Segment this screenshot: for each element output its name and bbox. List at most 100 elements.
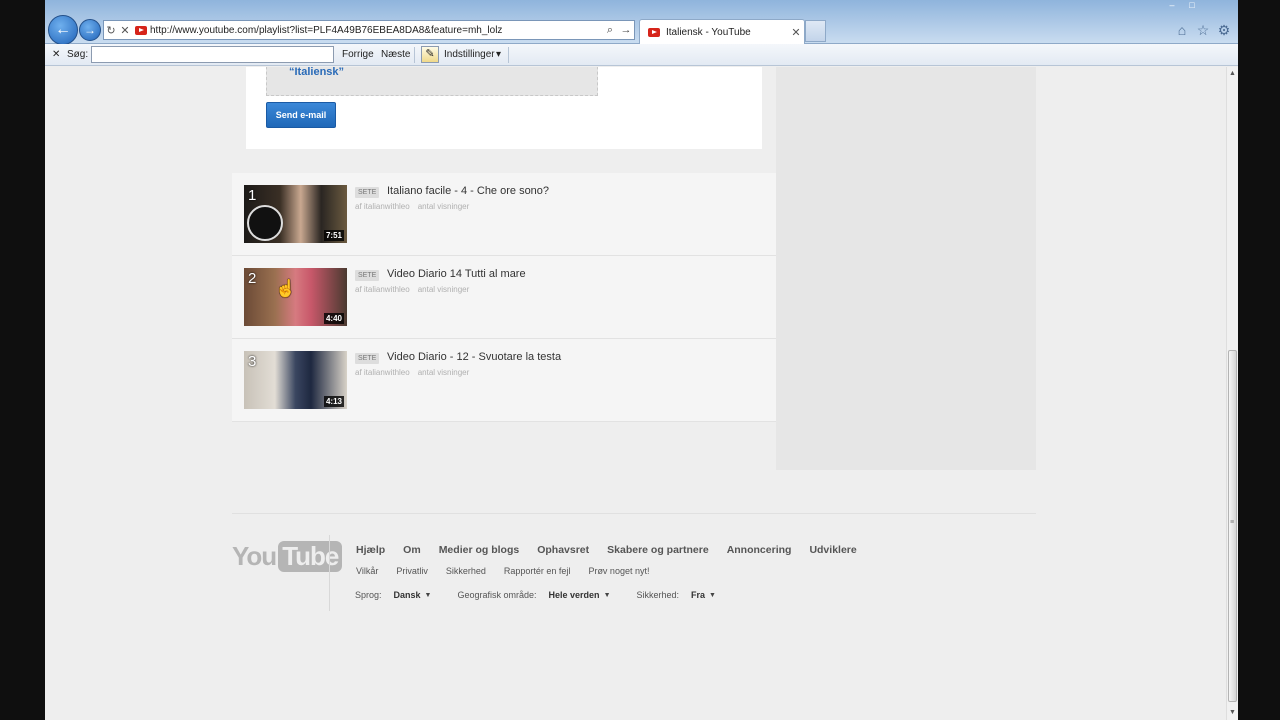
- video-meta: af italianwithleo antal visninger: [355, 285, 477, 294]
- playlist-video-list: 1 7:51 SETE Italiano facile - 4 - Che or…: [232, 173, 776, 422]
- footer-link-press[interactable]: Medier og blogs: [439, 544, 520, 556]
- safety-label: Sikkerhed:: [636, 590, 680, 600]
- scrollbar-thumb[interactable]: ≡: [1228, 350, 1237, 702]
- footer-preferences: Sprog: Dansk ▼ Geografisk område: Hele v…: [355, 590, 742, 600]
- hand-cursor-icon: ☝: [275, 279, 297, 298]
- video-index: 2: [248, 270, 257, 287]
- url-text[interactable]: http://www.youtube.com/playlist?list=PLF…: [150, 25, 602, 36]
- video-author[interactable]: af italianwithleo: [355, 285, 410, 294]
- back-button[interactable]: ←: [48, 15, 78, 45]
- youtube-logo[interactable]: You Tube: [232, 541, 343, 572]
- chevron-down-icon[interactable]: ▼: [709, 592, 716, 599]
- home-icon[interactable]: ⌂: [1173, 21, 1191, 39]
- footer-link-advertising[interactable]: Annoncering: [727, 544, 792, 556]
- maximize-icon[interactable]: □: [1182, 0, 1202, 12]
- search-icon[interactable]: ⌕: [602, 24, 618, 37]
- find-options-button[interactable]: Indstillinger: [444, 49, 495, 60]
- video-index: 1: [248, 187, 257, 204]
- video-index: 3: [248, 353, 257, 370]
- find-label: Søg:: [67, 49, 89, 60]
- vertical-scrollbar[interactable]: ▲ ≡ ▼: [1226, 67, 1238, 720]
- close-icon[interactable]: ✕: [52, 49, 60, 60]
- divider: [508, 47, 509, 63]
- pencil-icon[interactable]: ✎: [421, 46, 439, 63]
- chevron-down-icon[interactable]: ▼: [425, 592, 432, 599]
- language-label: Sprog:: [355, 590, 382, 600]
- find-input[interactable]: [91, 46, 334, 63]
- video-thumbnail[interactable]: 3 4:13: [244, 351, 347, 409]
- safety-select[interactable]: Fra: [691, 590, 705, 600]
- gear-icon[interactable]: ⚙: [1215, 21, 1233, 39]
- clock-graphic: [247, 205, 283, 241]
- footer-vertical-divider: [329, 535, 330, 611]
- video-author[interactable]: af italianwithleo: [355, 368, 410, 377]
- language-select[interactable]: Dansk: [394, 590, 421, 600]
- footer-link-copyright[interactable]: Ophavsret: [537, 544, 589, 556]
- video-meta: af italianwithleo antal visninger: [355, 202, 477, 211]
- watched-badge: SETE: [355, 187, 380, 198]
- sidebar-column: [776, 67, 1036, 470]
- logo-tube: Tube: [278, 541, 343, 572]
- watched-badge: SETE: [355, 270, 380, 281]
- watched-badge: SETE: [355, 353, 380, 364]
- video-views: antal visninger: [417, 285, 470, 294]
- youtube-favicon-icon: [648, 27, 660, 37]
- address-bar[interactable]: ↻ ✕ http://www.youtube.com/playlist?list…: [103, 20, 635, 40]
- footer-link-creators[interactable]: Skabere og partnere: [607, 544, 709, 556]
- chevron-down-icon[interactable]: ▼: [604, 592, 611, 599]
- divider: [414, 47, 415, 63]
- youtube-favicon-icon: [135, 25, 147, 35]
- tab-italiensk[interactable]: Italiensk - YouTube ✕: [639, 19, 805, 44]
- share-email-box: “Italiensk” Send e-mail: [246, 67, 762, 149]
- favorites-icon[interactable]: ☆: [1194, 21, 1212, 39]
- browser-titlebar: – □ ← → ↻ ✕ http://www.youtube.com/playl…: [45, 0, 1238, 45]
- video-duration: 4:13: [323, 396, 344, 407]
- scroll-down-icon[interactable]: ▼: [1227, 706, 1238, 720]
- footer-link-try-new[interactable]: Prøv noget nyt!: [588, 566, 649, 576]
- footer-link-developers[interactable]: Udviklere: [809, 544, 856, 556]
- footer-link-help[interactable]: Hjælp: [356, 544, 385, 556]
- tab-title: Italiensk - YouTube: [666, 26, 751, 38]
- region-label: Geografisk område:: [457, 590, 537, 600]
- video-meta: af italianwithleo antal visninger: [355, 368, 477, 377]
- footer-link-report-bug[interactable]: Rapportér en fejl: [504, 566, 571, 576]
- list-item[interactable]: 2 4:40 SETE Video Diario 14 Tutti al mar…: [232, 256, 776, 339]
- find-prev-button[interactable]: Forrige: [342, 49, 374, 60]
- video-author[interactable]: af italianwithleo: [355, 202, 410, 211]
- footer-secondary-links: Vilkår Privatliv Sikkerhed Rapportér en …: [356, 566, 667, 576]
- go-icon[interactable]: →: [618, 24, 634, 36]
- video-title[interactable]: Video Diario - 12 - Svuotare la testa: [387, 351, 561, 363]
- refresh-icon[interactable]: ↻: [104, 24, 118, 37]
- playlist-name: “Italiensk”: [289, 67, 345, 78]
- video-views: antal visninger: [417, 368, 470, 377]
- video-duration: 7:51: [323, 230, 344, 241]
- message-preview: “Italiensk”: [266, 67, 598, 96]
- footer-primary-links: Hjælp Om Medier og blogs Ophavsret Skabe…: [356, 544, 875, 556]
- find-bar: ✕ Søg: Forrige Næste ✎ Indstillinger ▾: [45, 44, 1238, 66]
- close-tab-icon[interactable]: ✕: [788, 26, 804, 39]
- stop-icon[interactable]: ✕: [118, 24, 132, 37]
- list-item[interactable]: 3 4:13 SETE Video Diario - 12 - Svuotare…: [232, 339, 776, 422]
- footer-divider: [232, 513, 1036, 514]
- find-next-button[interactable]: Næste: [381, 49, 410, 60]
- browser-window: – □ ← → ↻ ✕ http://www.youtube.com/playl…: [45, 0, 1238, 720]
- logo-you: You: [232, 541, 277, 571]
- video-thumbnail[interactable]: 1 7:51: [244, 185, 347, 243]
- scroll-up-icon[interactable]: ▲: [1227, 67, 1238, 81]
- send-email-button[interactable]: Send e-mail: [266, 102, 336, 128]
- footer-link-about[interactable]: Om: [403, 544, 421, 556]
- new-tab-button[interactable]: [805, 20, 826, 42]
- list-item[interactable]: 1 7:51 SETE Italiano facile - 4 - Che or…: [232, 173, 776, 256]
- chevron-down-icon[interactable]: ▾: [496, 49, 501, 60]
- forward-button[interactable]: →: [79, 19, 101, 41]
- video-duration: 4:40: [323, 313, 344, 324]
- footer-link-terms[interactable]: Vilkår: [356, 566, 378, 576]
- region-select[interactable]: Hele verden: [549, 590, 600, 600]
- footer-link-safety[interactable]: Sikkerhed: [446, 566, 486, 576]
- video-title[interactable]: Video Diario 14 Tutti al mare: [387, 268, 526, 280]
- minimize-icon[interactable]: –: [1162, 0, 1182, 12]
- video-views: antal visninger: [417, 202, 470, 211]
- video-title[interactable]: Italiano facile - 4 - Che ore sono?: [387, 185, 549, 197]
- page-viewport: “Italiensk” Send e-mail 1 7:51 SETE Ital…: [45, 67, 1226, 720]
- footer-link-privacy[interactable]: Privatliv: [396, 566, 428, 576]
